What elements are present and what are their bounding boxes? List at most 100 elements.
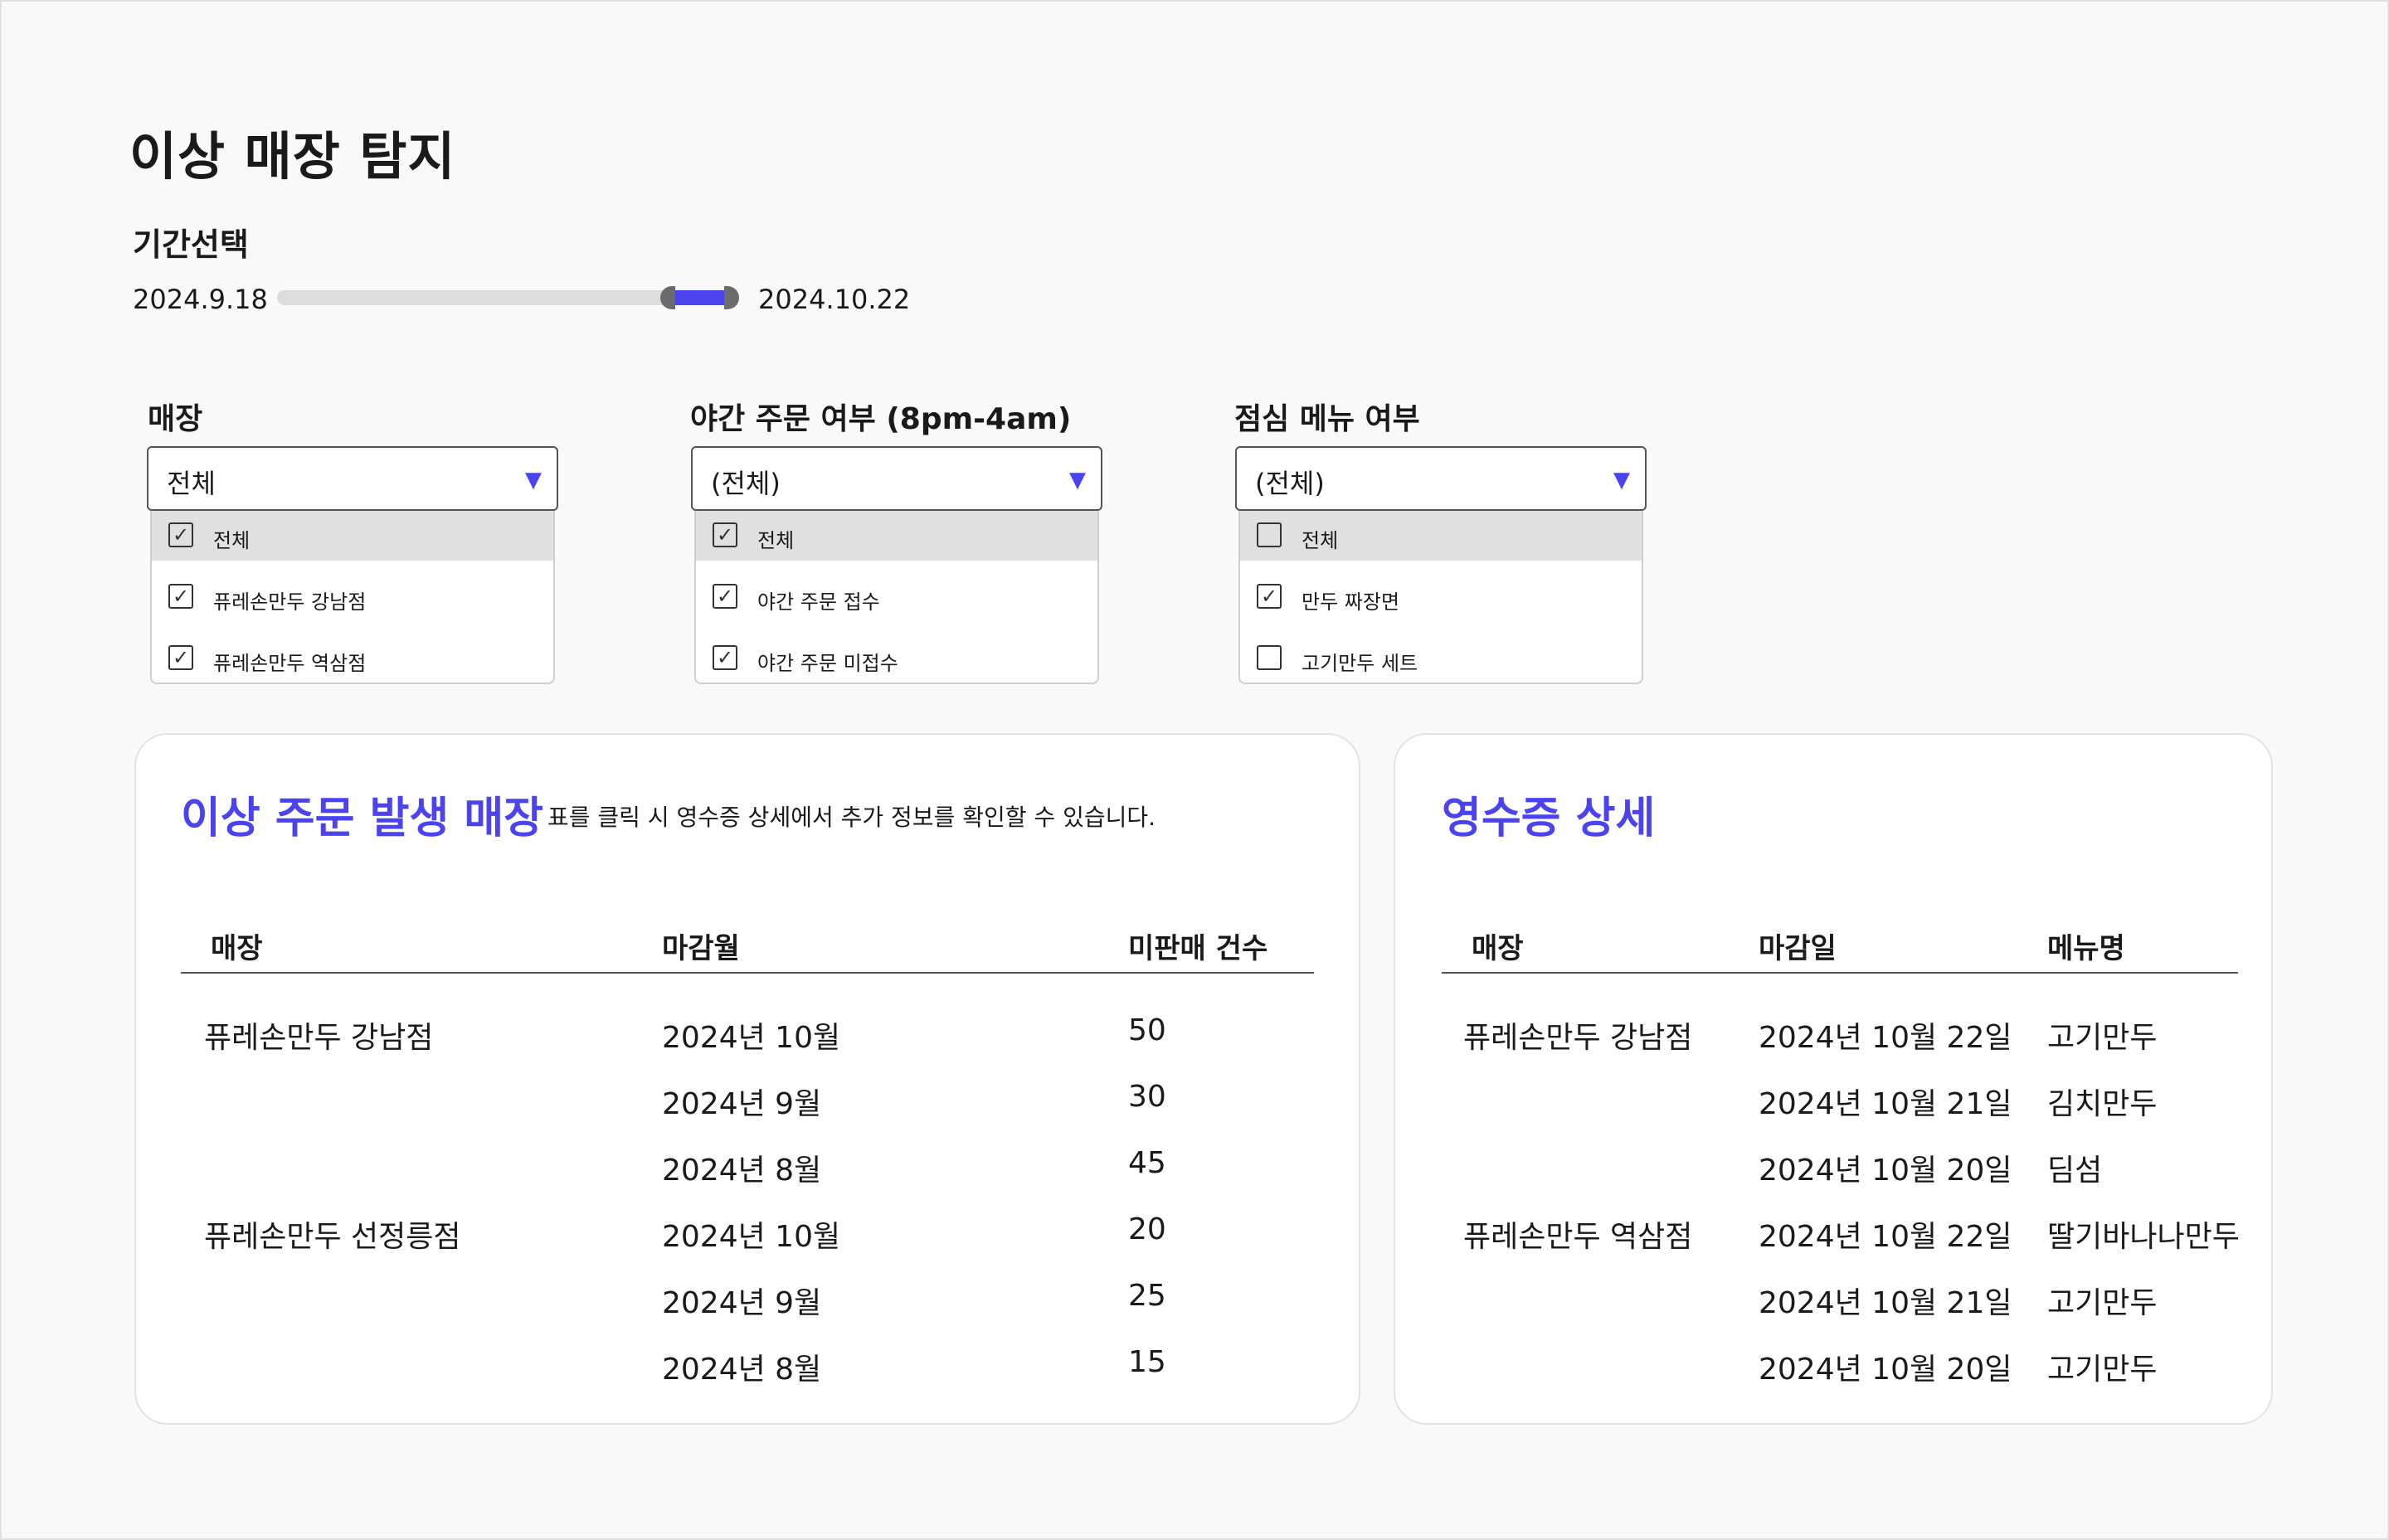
store-filter-dropdown: ✓ 전체 ✓ 퓨레손만두 강남점 ✓ 퓨레손만두 역삼점 <box>150 511 555 684</box>
option-label: 만두 짜장면 <box>1302 590 1400 614</box>
cell-menu: 딤섬 <box>2047 1154 2103 1188</box>
table-row[interactable]: 2024년 8월 15 <box>136 1345 1359 1395</box>
table-row[interactable]: 2024년 10월 21일 고기만두 <box>1395 1279 2271 1329</box>
cell-count: 25 <box>1128 1279 1166 1313</box>
night-order-filter-select[interactable]: (전체) ▼ <box>691 446 1102 511</box>
receipt-card-title: 영수증 상세 <box>1442 794 1656 843</box>
table-header-divider <box>181 972 1314 974</box>
cell-date: 2024년 10월 22일 <box>1759 1220 2012 1254</box>
column-header-closing-date: 마감일 <box>1759 932 1837 965</box>
cell-date: 2024년 10월 21일 <box>1759 1286 2012 1320</box>
option-label: 야간 주문 미접수 <box>757 652 898 675</box>
table-row[interactable]: 2024년 10월 20일 딤섬 <box>1395 1146 2271 1196</box>
period-start-date: 2024.9.18 <box>133 284 268 315</box>
store-option-yeoksam[interactable]: ✓ 퓨레손만두 역삼점 <box>152 634 553 683</box>
cell-month: 2024년 8월 <box>662 1154 822 1188</box>
cell-menu: 딸기바나나만두 <box>2047 1220 2240 1254</box>
page-title: 이상 매장 탐지 <box>129 126 456 187</box>
triangle-down-icon: ▼ <box>525 468 542 493</box>
table-header-divider <box>1442 972 2238 974</box>
column-header-store: 매장 <box>1472 932 1524 965</box>
cell-month: 2024년 8월 <box>662 1353 822 1387</box>
table-row[interactable]: 2024년 8월 45 <box>136 1146 1359 1196</box>
option-label: 고기만두 세트 <box>1302 652 1418 675</box>
cell-store: 퓨레손만두 역삼점 <box>1463 1220 1693 1254</box>
cell-count: 20 <box>1128 1212 1166 1246</box>
cell-menu: 김치만두 <box>2047 1087 2158 1121</box>
lunch-option-set[interactable]: 고기만두 세트 <box>1240 634 1642 683</box>
option-label: 전체 <box>1302 529 1339 552</box>
option-label: 전체 <box>213 529 251 552</box>
checkbox-checked-icon[interactable]: ✓ <box>168 584 193 609</box>
cell-store: 퓨레손만두 선정릉점 <box>204 1220 461 1254</box>
cell-month: 2024년 9월 <box>662 1286 822 1320</box>
option-label: 전체 <box>757 529 795 552</box>
store-option-all[interactable]: ✓ 전체 <box>152 511 553 561</box>
lunch-option-all[interactable]: 전체 <box>1240 511 1642 561</box>
night-option-received[interactable]: ✓ 야간 주문 접수 <box>696 572 1097 622</box>
table-row[interactable]: 퓨레손만두 강남점 2024년 10월 22일 고기만두 <box>1395 1013 2271 1063</box>
period-slider-end-handle[interactable] <box>724 286 739 309</box>
cell-store: 퓨레손만두 강남점 <box>204 1021 434 1055</box>
checkbox-unchecked-icon[interactable] <box>1257 645 1282 670</box>
store-filter-select[interactable]: 전체 ▼ <box>147 446 558 511</box>
store-option-gangnam[interactable]: ✓ 퓨레손만두 강남점 <box>152 572 553 622</box>
checkbox-checked-icon[interactable]: ✓ <box>168 645 193 670</box>
cell-date: 2024년 10월 22일 <box>1759 1021 2012 1055</box>
lunch-menu-filter-label: 점심 메뉴 여부 <box>1234 402 1420 436</box>
cell-date: 2024년 10월 21일 <box>1759 1087 2012 1121</box>
table-row[interactable]: 2024년 9월 25 <box>136 1279 1359 1329</box>
anomaly-card-note: 표를 클릭 시 영수증 상세에서 추가 정보를 확인할 수 있습니다. <box>547 804 1156 831</box>
lunch-menu-filter-dropdown: 전체 ✓ 만두 짜장면 고기만두 세트 <box>1238 511 1643 684</box>
cell-count: 45 <box>1128 1146 1166 1180</box>
option-label: 야간 주문 접수 <box>757 590 880 614</box>
period-slider-start-handle[interactable] <box>660 286 675 309</box>
lunch-menu-filter-value: (전체) <box>1255 468 1325 499</box>
cell-menu: 고기만두 <box>2047 1286 2158 1320</box>
cell-date: 2024년 10월 20일 <box>1759 1154 2012 1188</box>
receipt-detail-card: 영수증 상세 매장 마감일 메뉴명 퓨레손만두 강남점 2024년 10월 22… <box>1394 733 2273 1425</box>
lunch-option-jjajang[interactable]: ✓ 만두 짜장면 <box>1240 572 1642 622</box>
store-filter-value: 전체 <box>167 468 216 499</box>
cell-date: 2024년 10월 20일 <box>1759 1353 2012 1387</box>
cell-month: 2024년 10월 <box>662 1021 841 1055</box>
cell-month: 2024년 9월 <box>662 1087 822 1121</box>
table-row[interactable]: 퓨레손만두 역삼점 2024년 10월 22일 딸기바나나만두 <box>1395 1212 2271 1262</box>
triangle-down-icon: ▼ <box>1613 468 1630 493</box>
table-row[interactable]: 2024년 9월 30 <box>136 1080 1359 1129</box>
night-option-all[interactable]: ✓ 전체 <box>696 511 1097 561</box>
anomaly-store-card: 이상 주문 발생 매장 표를 클릭 시 영수증 상세에서 추가 정보를 확인할 … <box>134 733 1360 1425</box>
option-label: 퓨레손만두 강남점 <box>213 590 367 614</box>
cell-store: 퓨레손만두 강남점 <box>1463 1021 1693 1055</box>
cell-menu: 고기만두 <box>2047 1353 2158 1387</box>
triangle-down-icon: ▼ <box>1069 468 1086 493</box>
checkbox-checked-icon[interactable]: ✓ <box>1257 584 1282 609</box>
checkbox-checked-icon[interactable]: ✓ <box>713 522 737 547</box>
column-header-store: 매장 <box>211 932 263 965</box>
column-header-unsold-count: 미판매 건수 <box>1128 932 1268 965</box>
table-row[interactable]: 퓨레손만두 선정릉점 2024년 10월 20 <box>136 1212 1359 1262</box>
period-end-date: 2024.10.22 <box>758 284 911 315</box>
lunch-menu-filter-select[interactable]: (전체) ▼ <box>1235 446 1647 511</box>
option-label: 퓨레손만두 역삼점 <box>213 652 367 675</box>
cell-count: 50 <box>1128 1013 1166 1047</box>
period-label: 기간선택 <box>133 226 249 263</box>
night-option-not-received[interactable]: ✓ 야간 주문 미접수 <box>696 634 1097 683</box>
period-slider-range[interactable] <box>668 290 732 305</box>
cell-count: 15 <box>1128 1345 1166 1379</box>
checkbox-checked-icon[interactable]: ✓ <box>168 522 193 547</box>
night-order-filter-label: 야간 주문 여부 (8pm-4am) <box>690 402 1072 436</box>
table-row[interactable]: 2024년 10월 21일 김치만두 <box>1395 1080 2271 1129</box>
night-order-filter-dropdown: ✓ 전체 ✓ 야간 주문 접수 ✓ 야간 주문 미접수 <box>694 511 1099 684</box>
checkbox-checked-icon[interactable]: ✓ <box>713 584 737 609</box>
table-row[interactable]: 2024년 10월 20일 고기만두 <box>1395 1345 2271 1395</box>
checkbox-unchecked-icon[interactable] <box>1257 522 1282 547</box>
night-order-filter-value: (전체) <box>711 468 781 499</box>
anomaly-card-title: 이상 주문 발생 매장 <box>181 794 544 843</box>
cell-menu: 고기만두 <box>2047 1021 2158 1055</box>
column-header-menu-name: 메뉴명 <box>2047 932 2125 965</box>
checkbox-checked-icon[interactable]: ✓ <box>713 645 737 670</box>
cell-count: 30 <box>1128 1080 1166 1114</box>
table-row[interactable]: 퓨레손만두 강남점 2024년 10월 50 <box>136 1013 1359 1063</box>
store-filter-label: 매장 <box>148 402 203 436</box>
